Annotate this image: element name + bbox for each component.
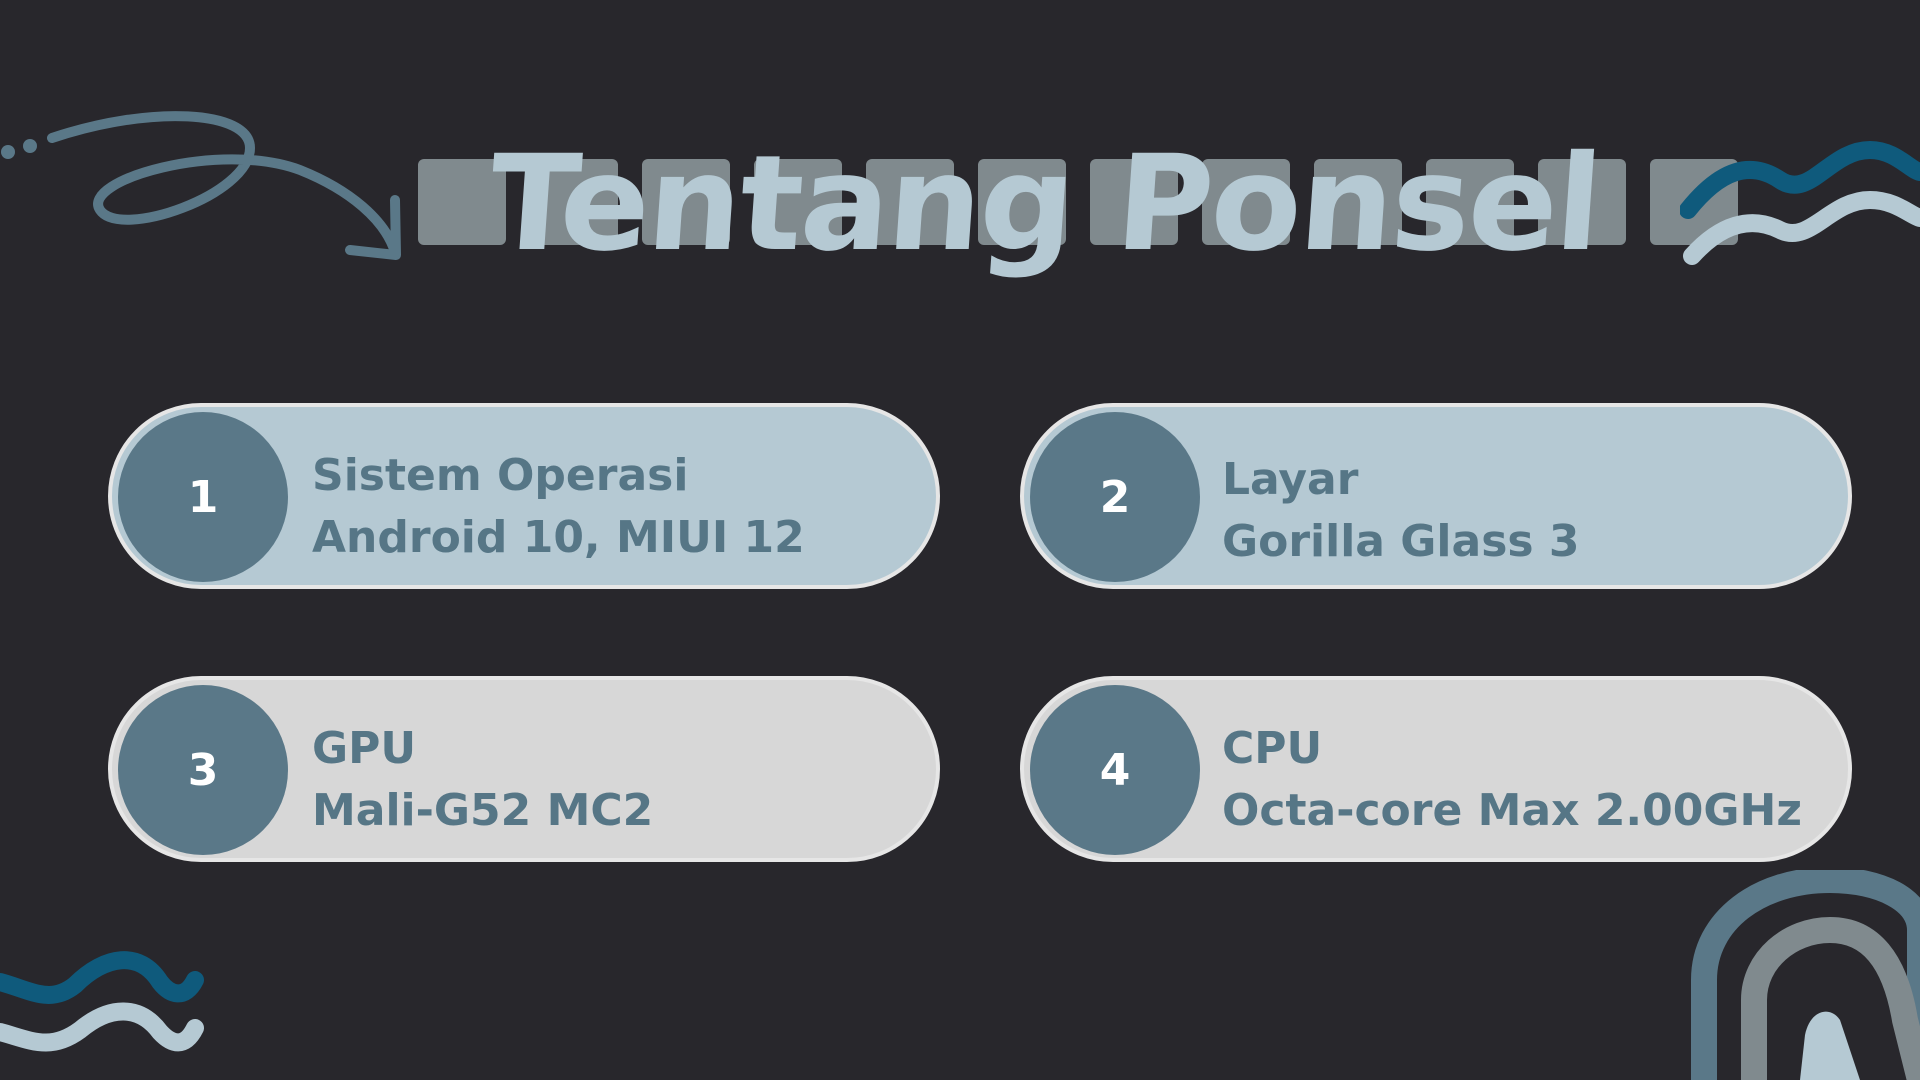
spec-text: CPU Octa-core Max 2.00GHz: [1222, 718, 1802, 842]
spec-card-os: 1 Sistem Operasi Android 10, MIUI 12: [108, 403, 940, 589]
spec-value: Mali-G52 MC2: [312, 785, 654, 836]
page-title: Tentang Ponsel: [484, 127, 1605, 281]
spec-value: Android 10, MIUI 12: [312, 512, 805, 563]
spec-text: Sistem Operasi Android 10, MIUI 12: [312, 445, 805, 569]
spec-text: Layar Gorilla Glass 3: [1222, 449, 1580, 573]
spec-heading: CPU: [1222, 723, 1323, 774]
wave-icon: [0, 951, 204, 1052]
spec-text: GPU Mali-G52 MC2: [312, 718, 653, 842]
number-badge: 2: [1030, 412, 1200, 582]
spec-heading: Layar: [1222, 454, 1359, 505]
curly-arrow-icon: [1, 111, 401, 260]
number-badge: 1: [118, 412, 288, 582]
number-badge: 3: [118, 685, 288, 855]
spec-heading: Sistem Operasi: [312, 450, 689, 501]
spec-card-cpu: 4 CPU Octa-core Max 2.00GHz: [1020, 676, 1852, 862]
spec-card-gpu: 3 GPU Mali-G52 MC2: [108, 676, 940, 862]
spec-card-screen: 2 Layar Gorilla Glass 3: [1020, 403, 1852, 589]
number-badge: 4: [1030, 685, 1200, 855]
spec-heading: GPU: [312, 723, 417, 774]
spec-value: Octa-core Max 2.00GHz: [1222, 785, 1802, 836]
wave-icon: [1680, 140, 1920, 265]
arch-icon: [1691, 870, 1920, 1080]
spec-value: Gorilla Glass 3: [1222, 516, 1580, 567]
